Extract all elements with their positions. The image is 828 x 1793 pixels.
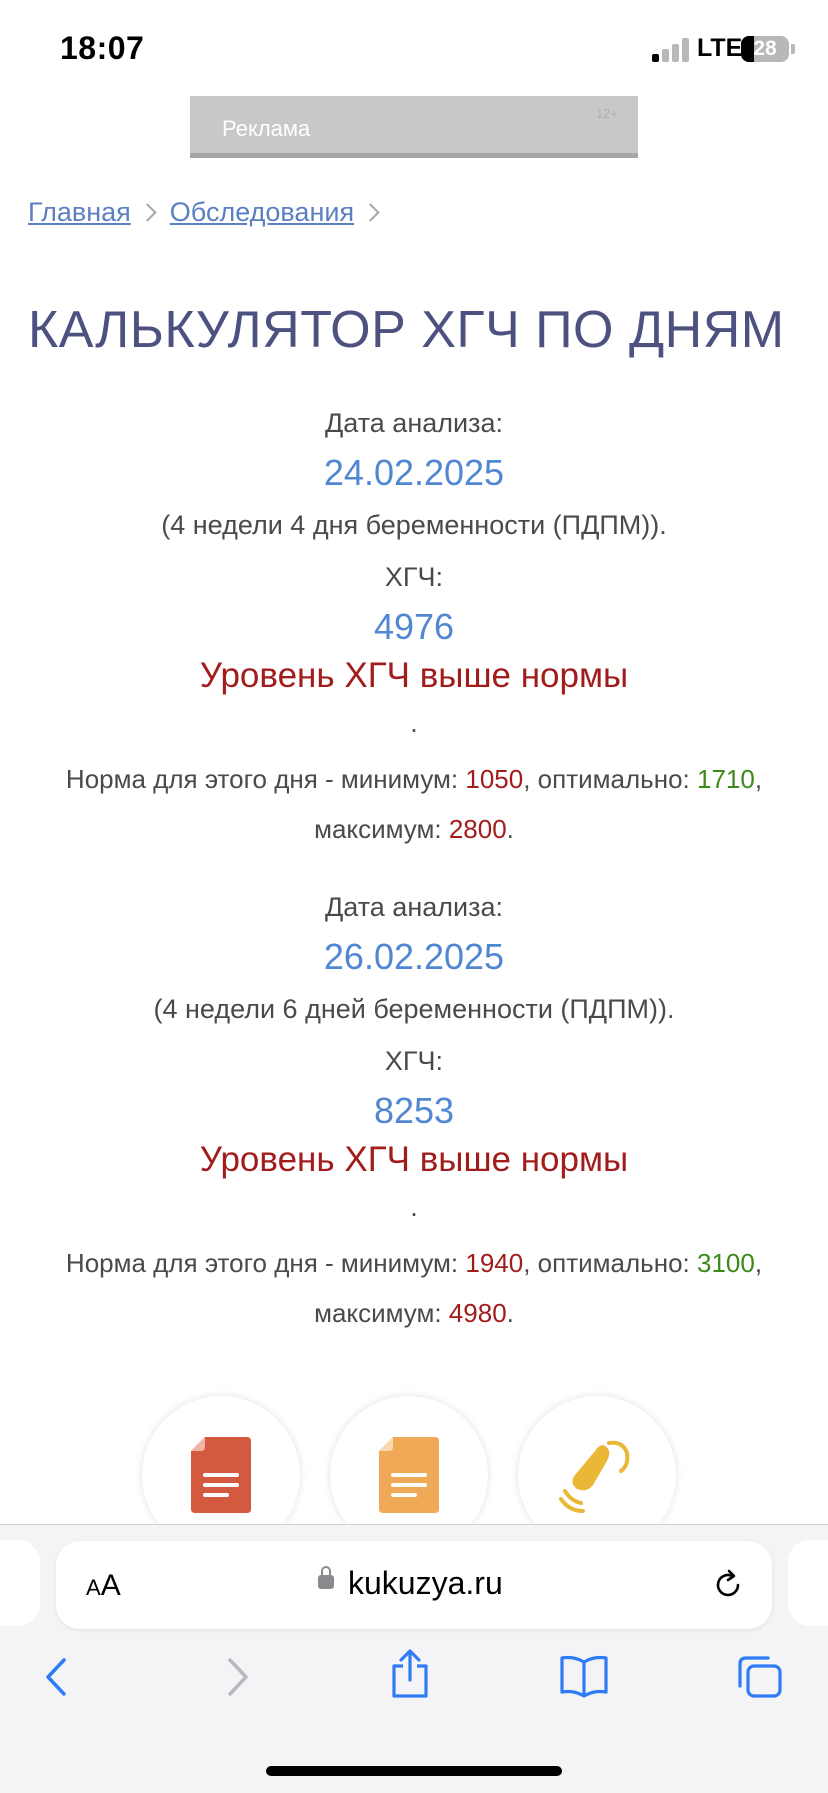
norm-max-line: максимум: 2800. [0,814,828,845]
norm-min: 1050 [465,764,524,794]
reader-settings-button[interactable]: AA [86,1569,121,1603]
page-title: КАЛЬКУЛЯТОР ХГЧ ПО ДНЯМ [28,301,785,359]
next-tab-preview[interactable] [788,1540,828,1626]
hcg-verdict: Уровень ХГЧ выше нормы [199,1140,629,1179]
breadcrumb-link-examinations[interactable]: Обследования [170,197,354,228]
norm-optimal: 3100 [696,1248,755,1278]
norm-opt-prefix: , оптимально: [523,764,697,794]
battery-icon: 28 [741,36,789,62]
hcg-label: ХГЧ: [384,562,444,592]
norm-min: 1940 [465,1248,524,1278]
document-orange-icon [379,1437,439,1513]
hcg-value: 4976 [373,606,455,647]
breadcrumb-link-home[interactable]: Главная [28,197,131,228]
status-bar: 18:07 LTE 28 [0,0,828,96]
norm-max: 4980 [448,1298,507,1328]
chevron-right-icon [361,203,380,222]
url-text: kukuzya.ru [348,1565,503,1601]
battery-tip [791,44,795,54]
norm-period: . [506,814,514,844]
aa-small: A [86,1575,101,1600]
norm-max-prefix: максимум: [314,1298,449,1328]
hcg-label: ХГЧ: [384,1046,444,1076]
norm-line: Норма для этого дня - минимум: 1940, опт… [0,1248,828,1279]
pregnancy-term: (4 недели 6 дней беременности (ПДПМ)). [153,994,675,1024]
forward-icon[interactable] [220,1652,254,1702]
hcg-value: 8253 [373,1090,455,1131]
norm-opt-prefix: , оптимально: [523,1248,697,1278]
separator-dot: . [410,708,418,738]
reload-icon[interactable] [710,1567,746,1603]
norm-period: . [506,1298,514,1328]
norm-line: Норма для этого дня - минимум: 1050, опт… [0,764,828,795]
chevron-right-icon [138,203,157,222]
norm-max: 2800 [448,814,507,844]
tabs-icon[interactable] [736,1654,784,1700]
bookmarks-icon[interactable] [558,1654,610,1698]
analysis-date: 24.02.2025 [323,452,505,493]
aa-large: A [100,1569,121,1602]
home-indicator [266,1766,562,1776]
ad-label: Реклама [222,116,311,141]
breadcrumb: Главная Обследования [28,197,393,228]
ad-banner[interactable]: Реклама 12+ [190,96,638,158]
norm-comma: , [754,1248,763,1278]
ultrasound-icon [559,1440,630,1513]
ad-age-rating: 12+ [595,106,618,121]
address-bar[interactable]: AA kukuzya.ru [56,1541,772,1629]
document-red-icon [191,1437,251,1513]
date-label: Дата анализа: [325,892,503,922]
status-time: 18:07 [60,30,145,66]
hcg-verdict: Уровень ХГЧ выше нормы [199,656,629,695]
norm-prefix: Норма для этого дня - минимум: [65,764,466,794]
cellular-signal-icon [652,38,692,62]
lock-icon [318,1566,334,1589]
analysis-date: 26.02.2025 [323,936,505,977]
previous-tab-preview[interactable] [0,1540,40,1626]
separator-dot: . [410,1192,418,1222]
norm-max-line: максимум: 4980. [0,1298,828,1329]
pregnancy-term: (4 недели 4 дня беременности (ПДПМ)). [161,510,667,540]
norm-prefix: Норма для этого дня - минимум: [65,1248,466,1278]
network-type: LTE [697,34,743,62]
battery-percent: 28 [753,37,777,60]
norm-optimal: 1710 [696,764,755,794]
date-label: Дата анализа: [325,408,503,438]
share-icon[interactable] [388,1648,432,1700]
norm-comma: , [754,764,763,794]
norm-max-prefix: максимум: [314,814,449,844]
back-icon[interactable] [40,1652,74,1702]
